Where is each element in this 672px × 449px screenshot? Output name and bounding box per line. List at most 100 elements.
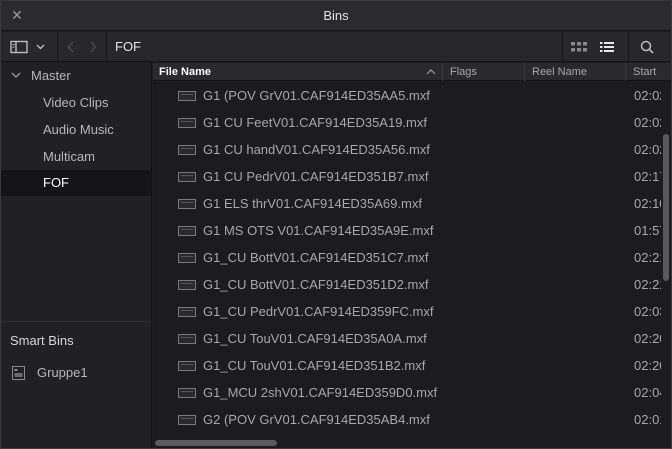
smart-bins-title: Smart Bins — [10, 333, 74, 348]
start-timecode: 02:21 — [634, 250, 664, 265]
file-name: G2 (POV GrV01.CAF914ED35AB4.mxf — [203, 412, 430, 427]
file-name: G1_CU PedrV01.CAF914ED359FC.mxf — [203, 304, 434, 319]
video-clip-icon — [178, 280, 196, 290]
file-name: G1 MS OTS V01.CAF914ED35A9E.mxf — [203, 223, 434, 238]
start-timecode: 02:20 — [634, 358, 664, 373]
video-clip-icon — [178, 334, 196, 344]
grid-view-button[interactable] — [567, 32, 591, 61]
start-timecode: 02:04 — [634, 385, 664, 400]
grid-view-icon — [571, 41, 587, 51]
start-timecode: 02:20 — [634, 331, 664, 346]
video-clip-icon — [178, 199, 196, 209]
file-name: G1 CU handV01.CAF914ED35A56.mxf — [203, 142, 430, 157]
column-label: Reel Name — [532, 66, 588, 78]
bin-sidebar: Master Video Clips Audio Music Multicam … — [1, 63, 152, 448]
scrollbar-thumb[interactable] — [663, 134, 669, 281]
list-item[interactable]: G1_CU BottV01.CAF914ED351C7.mxf 02:21 — [153, 244, 664, 271]
video-clip-icon — [178, 91, 196, 101]
column-label: File Name — [159, 66, 211, 78]
list-item[interactable]: G1 CU PedrV01.CAF914ED351B7.mxf 02:17 — [153, 163, 664, 190]
sidebar-item-fof[interactable]: FOF — [1, 170, 151, 196]
chevron-right-icon — [90, 41, 97, 52]
smart-bin-icon — [12, 366, 25, 380]
start-timecode: 02:03 — [634, 304, 664, 319]
sidebar-item-label: Video Clips — [43, 95, 109, 110]
breadcrumb: FOF — [115, 39, 141, 54]
start-timecode: 02:21 — [634, 277, 664, 292]
start-timecode: 02:02 — [634, 142, 664, 157]
column-header-start[interactable]: Start — [627, 63, 671, 81]
start-timecode: 01:57 — [634, 223, 664, 238]
toolbar: FOF — [1, 32, 671, 62]
bins-window: ✕ Bins FOF Master Video Clips Audio Musi… — [0, 0, 672, 449]
list-item[interactable]: G1 CU handV01.CAF914ED35A56.mxf 02:02 — [153, 136, 664, 163]
list-item[interactable]: G1_CU TouV01.CAF914ED35A0A.mxf 02:20 — [153, 325, 664, 352]
file-name: G1 CU FeetV01.CAF914ED35A19.mxf — [203, 115, 427, 130]
list-item[interactable]: G1 ELS thrV01.CAF914ED35A69.mxf 02:10 — [153, 190, 664, 217]
sidebar-item-video-clips[interactable]: Video Clips — [1, 90, 151, 116]
smart-bin-gruppe1[interactable]: Gruppe1 — [1, 360, 151, 386]
start-timecode: 02:17 — [634, 169, 664, 184]
file-name: G1 (POV GrV01.CAF914ED35AA5.mxf — [203, 88, 430, 103]
window-title: Bins — [323, 8, 349, 23]
smart-bin-label: Gruppe1 — [37, 365, 88, 380]
list-item[interactable]: G2 (POV GrV01.CAF914ED35AB4.mxf 02:01 — [153, 406, 664, 433]
title-bar: ✕ Bins — [1, 1, 671, 31]
vertical-scrollbar[interactable] — [661, 82, 671, 448]
list-item[interactable]: G1 CU FeetV01.CAF914ED35A19.mxf 02:02 — [153, 109, 664, 136]
column-header-file-name[interactable]: File Name — [153, 63, 443, 81]
file-name: G1_CU TouV01.CAF914ED351B2.mxf — [203, 358, 426, 373]
start-timecode: 02:01 — [634, 412, 664, 427]
sidebar-item-master[interactable]: Master — [1, 63, 151, 89]
divider — [1, 321, 151, 322]
start-timecode: 02:02 — [634, 115, 664, 130]
horizontal-scrollbar[interactable] — [153, 437, 661, 448]
list-item[interactable]: G1_MCU 2shV01.CAF914ED359D0.mxf 02:04 — [153, 379, 664, 406]
file-name: G1 CU PedrV01.CAF914ED351B7.mxf — [203, 169, 429, 184]
start-timecode: 02:02 — [634, 88, 664, 103]
column-label: Flags — [450, 66, 477, 78]
scrollbar-thumb[interactable] — [155, 440, 277, 446]
column-label: Start — [633, 66, 657, 78]
video-clip-icon — [178, 415, 196, 425]
list-item[interactable]: G1_CU BottV01.CAF914ED351D2.mxf 02:21 — [153, 271, 664, 298]
sidebar-item-label: FOF — [43, 175, 69, 190]
sidebar-item-label: Audio Music — [43, 122, 114, 137]
sidebar-item-multicam[interactable]: Multicam — [1, 144, 151, 170]
list-header: File Name Flags Reel Name Start — [153, 63, 671, 81]
video-clip-icon — [178, 172, 196, 182]
file-name: G1_CU TouV01.CAF914ED35A0A.mxf — [203, 331, 427, 346]
list-item[interactable]: G1 MS OTS V01.CAF914ED35A9E.mxf 01:57 — [153, 217, 664, 244]
sidebar-toggle-button[interactable] — [5, 32, 51, 61]
video-clip-icon — [178, 307, 196, 317]
video-clip-icon — [178, 118, 196, 128]
list-view-icon — [600, 41, 614, 52]
forward-button[interactable] — [85, 32, 101, 61]
file-name: G1_CU BottV01.CAF914ED351D2.mxf — [203, 277, 429, 292]
search-button[interactable] — [633, 32, 661, 61]
list-item[interactable]: G1_CU PedrV01.CAF914ED359FC.mxf 02:03 — [153, 298, 664, 325]
video-clip-icon — [178, 145, 196, 155]
sidebar-item-label: Multicam — [43, 149, 96, 164]
search-icon — [640, 40, 654, 54]
back-button[interactable] — [63, 32, 79, 61]
start-timecode: 02:10 — [634, 196, 664, 211]
video-clip-icon — [178, 226, 196, 236]
sidebar-item-audio-music[interactable]: Audio Music — [1, 117, 151, 143]
list-rows: G1 (POV GrV01.CAF914ED35AA5.mxf 02:02 G1 … — [153, 82, 664, 433]
list-item[interactable]: G1_CU TouV01.CAF914ED351B2.mxf 02:20 — [153, 352, 664, 379]
column-header-flags[interactable]: Flags — [444, 63, 525, 81]
chevron-left-icon — [67, 41, 74, 52]
file-name: G1_MCU 2shV01.CAF914ED359D0.mxf — [203, 385, 438, 400]
sort-ascending-icon — [426, 63, 436, 81]
file-name: G1 ELS thrV01.CAF914ED35A69.mxf — [203, 196, 422, 211]
video-clip-icon — [178, 388, 196, 398]
sidebar-item-label: Master — [31, 68, 71, 83]
video-clip-icon — [178, 361, 196, 371]
list-item[interactable]: G1 (POV GrV01.CAF914ED35AA5.mxf 02:02 — [153, 82, 664, 109]
column-header-reel-name[interactable]: Reel Name — [526, 63, 626, 81]
list-view-button[interactable] — [595, 32, 619, 61]
file-name: G1_CU BottV01.CAF914ED351C7.mxf — [203, 250, 429, 265]
video-clip-icon — [178, 253, 196, 263]
clip-list: File Name Flags Reel Name Start G1 (POV … — [153, 63, 671, 448]
